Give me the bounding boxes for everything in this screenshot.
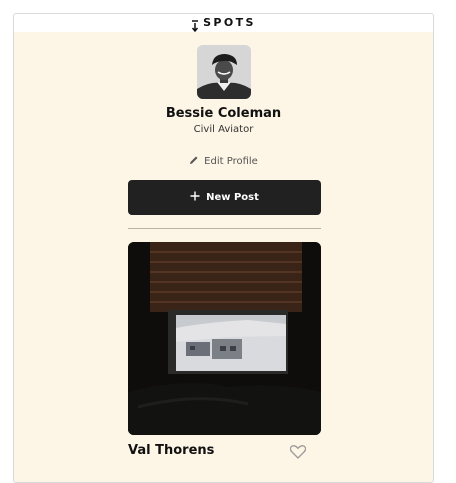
heart-icon[interactable] [289, 444, 307, 459]
divider [128, 228, 321, 229]
edit-profile-label: Edit Profile [204, 156, 258, 167]
card-title: Val Thorens [128, 443, 215, 458]
pencil-icon [189, 155, 199, 168]
avatar [197, 45, 251, 99]
new-post-label: New Post [206, 192, 259, 203]
new-post-button[interactable]: New Post [128, 180, 321, 215]
card-image[interactable] [128, 242, 321, 435]
profile-job: Civil Aviator [193, 124, 254, 135]
spots-logo-icon [191, 17, 199, 33]
edit-profile-button[interactable]: Edit Profile [14, 155, 433, 168]
app-window: SPOTS Bessie Coleman Civil Aviator Edit … [13, 13, 434, 483]
profile-name: Bessie Coleman [165, 106, 282, 121]
plus-icon [190, 191, 200, 204]
page-header: SPOTS [14, 14, 433, 33]
logo-text: SPOTS [203, 16, 256, 29]
